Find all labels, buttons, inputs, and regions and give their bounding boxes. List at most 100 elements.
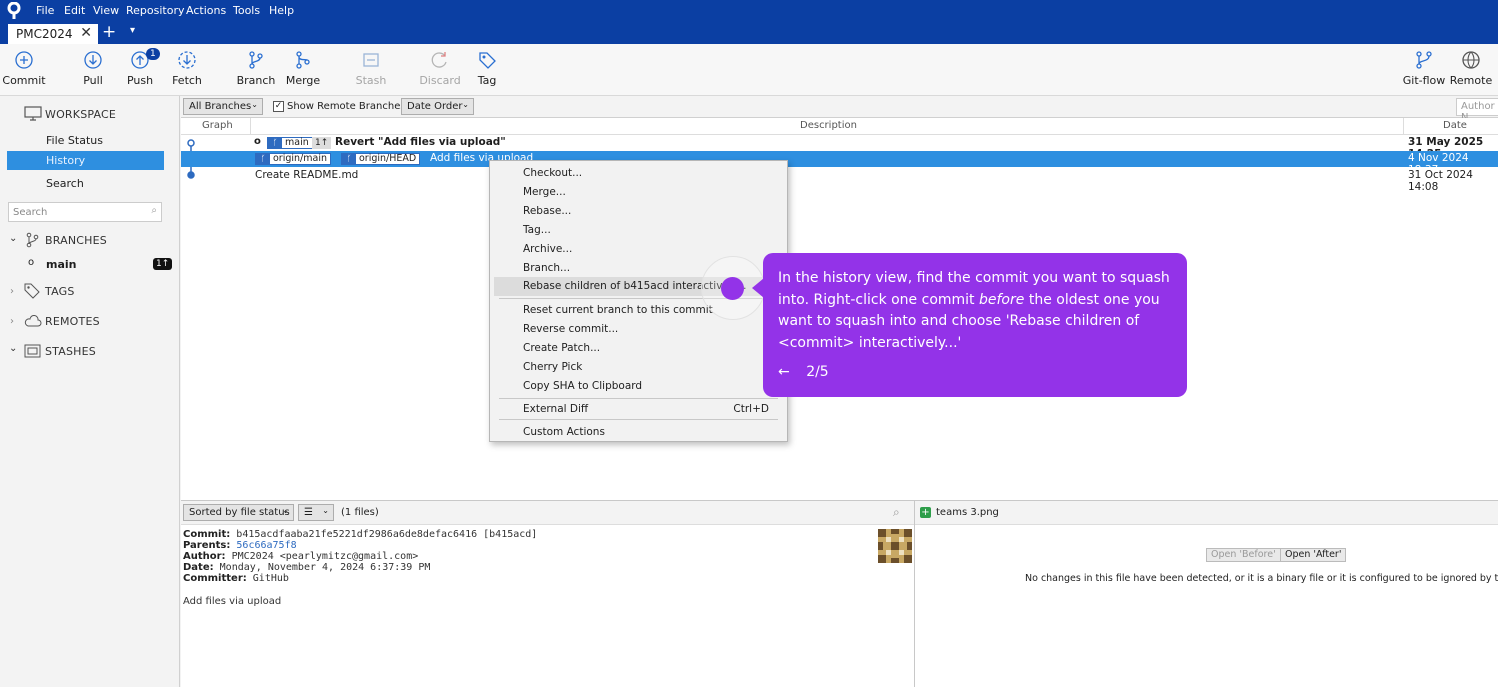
fetch-button[interactable]: Fetch xyxy=(162,50,212,87)
author-line: Author: PMC2024 <pearlymitzc@gmail.com> xyxy=(183,551,418,562)
toolbar: Commit Pull Push 1 Fetch Branch Merge St… xyxy=(0,44,1498,96)
tag-label: Tag xyxy=(477,74,497,87)
order-dropdown[interactable]: Date Order ⌄ xyxy=(401,98,474,115)
tags-heading[interactable]: TAGS xyxy=(45,285,75,298)
menu-tools[interactable]: Tools xyxy=(233,4,260,17)
branch-button[interactable]: Branch xyxy=(231,50,281,87)
menu-item-checkout[interactable]: Checkout... xyxy=(494,164,783,183)
close-icon[interactable]: ✕ xyxy=(80,25,92,41)
hotspot-dot[interactable] xyxy=(721,277,744,300)
branch-ahead-badge: 1↑ xyxy=(153,258,173,270)
order-value: Date Order xyxy=(407,101,463,112)
description-column-header[interactable]: Description xyxy=(800,120,857,131)
menu-item-cherry-pick[interactable]: Cherry Pick xyxy=(494,358,783,377)
menu-item-copy-sha[interactable]: Copy SHA to Clipboard xyxy=(494,377,783,396)
tags-chevron-right-icon[interactable]: › xyxy=(10,286,14,297)
globe-icon xyxy=(1462,51,1480,69)
merge-label: Merge xyxy=(285,74,321,87)
stash-icon xyxy=(363,53,379,67)
pull-button[interactable]: Pull xyxy=(68,50,118,87)
merge-icon xyxy=(296,51,310,69)
date-value: Monday, November 4, 2024 6:37:39 PM xyxy=(219,562,431,573)
graph-column-header[interactable]: Graph xyxy=(202,120,233,131)
merge-button[interactable]: Merge xyxy=(278,50,328,87)
open-before-button[interactable]: Open 'Before' xyxy=(1206,548,1281,562)
menu-repository[interactable]: Repository xyxy=(126,4,185,17)
menu-item-merge[interactable]: Merge... xyxy=(494,183,783,202)
menu-item-tag[interactable]: Tag... xyxy=(494,221,783,240)
stash-button[interactable]: Stash xyxy=(346,50,396,87)
diff-pane: + teams 3.png Open 'Before' Open 'After'… xyxy=(914,500,1498,687)
menu-view[interactable]: View xyxy=(93,4,119,17)
menu-item-rebase[interactable]: Rebase... xyxy=(494,202,783,221)
branches-chevron-down-icon[interactable]: ⌄ xyxy=(9,233,17,244)
show-remote-checkbox[interactable]: ✓ xyxy=(273,101,284,112)
stashes-chevron-down-icon[interactable]: ⌄ xyxy=(9,343,17,354)
back-arrow-icon[interactable]: ← xyxy=(778,364,790,380)
menu-edit[interactable]: Edit xyxy=(64,4,85,17)
date-column-header[interactable]: Date xyxy=(1443,120,1467,131)
commit-row[interactable]: Create README.md 31 Oct 2024 14:08 xyxy=(181,167,1498,193)
parents-link[interactable]: 56c66a75f8 xyxy=(236,540,296,551)
sidebar-search-input[interactable]: Search ⌕ xyxy=(8,202,162,222)
open-after-button[interactable]: Open 'After' xyxy=(1280,548,1347,562)
menu-help[interactable]: Help xyxy=(269,4,294,17)
menu-item-reverse-commit[interactable]: Reverse commit... xyxy=(494,320,783,339)
sidebar-item-file-status[interactable]: File Status xyxy=(46,134,103,147)
tooltip-text: In the history view, find the commit you… xyxy=(778,268,1173,354)
menu-item-external-diff[interactable]: External Diff Ctrl+D xyxy=(494,400,783,419)
remotes-heading[interactable]: REMOTES xyxy=(45,315,100,328)
chevron-down-icon: ⌄ xyxy=(282,506,289,515)
discard-label: Discard xyxy=(419,74,461,87)
remotes-chevron-right-icon[interactable]: › xyxy=(10,316,14,327)
column-divider[interactable] xyxy=(250,118,251,135)
sidebar-item-history[interactable]: History xyxy=(7,151,164,170)
push-button[interactable]: Push 1 xyxy=(115,48,165,87)
stash-icon xyxy=(24,344,41,358)
menu-actions[interactable]: Actions xyxy=(186,4,226,17)
stashes-heading[interactable]: STASHES xyxy=(45,345,96,358)
new-tab-icon[interactable]: + xyxy=(102,22,116,42)
commit-button[interactable]: Commit xyxy=(0,50,49,87)
branch-icon: ᚴ xyxy=(268,138,282,148)
tab-bar: PMC2024 ✕ + ▾ xyxy=(0,22,1498,44)
sort-dropdown[interactable]: Sorted by file status ⌄ xyxy=(183,504,294,521)
discard-button[interactable]: Discard xyxy=(415,50,465,87)
sidebar-item-search[interactable]: Search xyxy=(46,177,84,190)
branch-icon: ᚴ xyxy=(342,154,356,164)
tag-icon xyxy=(24,283,40,299)
search-icon: ⌕ xyxy=(151,205,157,216)
branches-heading[interactable]: BRANCHES xyxy=(45,234,107,247)
commit-row[interactable]: o ᚴ main 1↑ Revert "Add files via upload"… xyxy=(181,135,1498,160)
branches-filter-dropdown[interactable]: All Branches ⌄ xyxy=(183,98,263,115)
remote-button[interactable]: Remote xyxy=(1446,50,1496,87)
branch-label: Branch xyxy=(236,74,276,87)
commit-hash-value: b415acdfaaba21fe5221df2986a6de8defac6416… xyxy=(236,529,538,540)
push-count-badge: 1 xyxy=(146,48,160,60)
remote-branch-chip: ᚴ origin/main xyxy=(255,153,331,165)
view-mode-dropdown[interactable]: ☰ ⌄ xyxy=(298,504,334,521)
author-filter-input[interactable]: Author N xyxy=(1456,98,1498,123)
tab-dropdown-icon[interactable]: ▾ xyxy=(130,25,135,36)
column-divider[interactable] xyxy=(1403,118,1404,135)
search-icon[interactable]: ⌕ xyxy=(893,505,900,520)
external-diff-shortcut: Ctrl+D xyxy=(733,403,769,415)
commit-row-selected[interactable]: ᚴ origin/main ᚴ origin/HEAD Add files via … xyxy=(181,151,1498,176)
pull-icon xyxy=(84,51,102,69)
title-bar: File Edit View Repository Actions Tools … xyxy=(0,0,1498,22)
menu-item-custom-actions[interactable]: Custom Actions xyxy=(494,423,783,442)
file-added-icon: + xyxy=(920,507,931,518)
menu-separator xyxy=(499,419,778,420)
parents-line: Parents: 56c66a75f8 xyxy=(183,540,297,551)
menu-item-create-patch[interactable]: Create Patch... xyxy=(494,339,783,358)
repo-tab-label: PMC2024 xyxy=(16,27,73,41)
menu-file[interactable]: File xyxy=(36,4,54,17)
chevron-down-icon: ⌄ xyxy=(322,506,329,515)
tooltip-text-emphasis: before xyxy=(979,291,1025,308)
commit-message: Revert "Add files via upload" xyxy=(335,136,506,148)
guide-tooltip: In the history view, find the commit you… xyxy=(763,253,1187,397)
sidebar-branch-main[interactable]: main xyxy=(46,258,77,271)
repo-tab[interactable]: PMC2024 ✕ xyxy=(8,24,98,44)
gitflow-button[interactable]: Git-flow xyxy=(1399,50,1449,87)
tag-button[interactable]: Tag xyxy=(462,50,512,87)
